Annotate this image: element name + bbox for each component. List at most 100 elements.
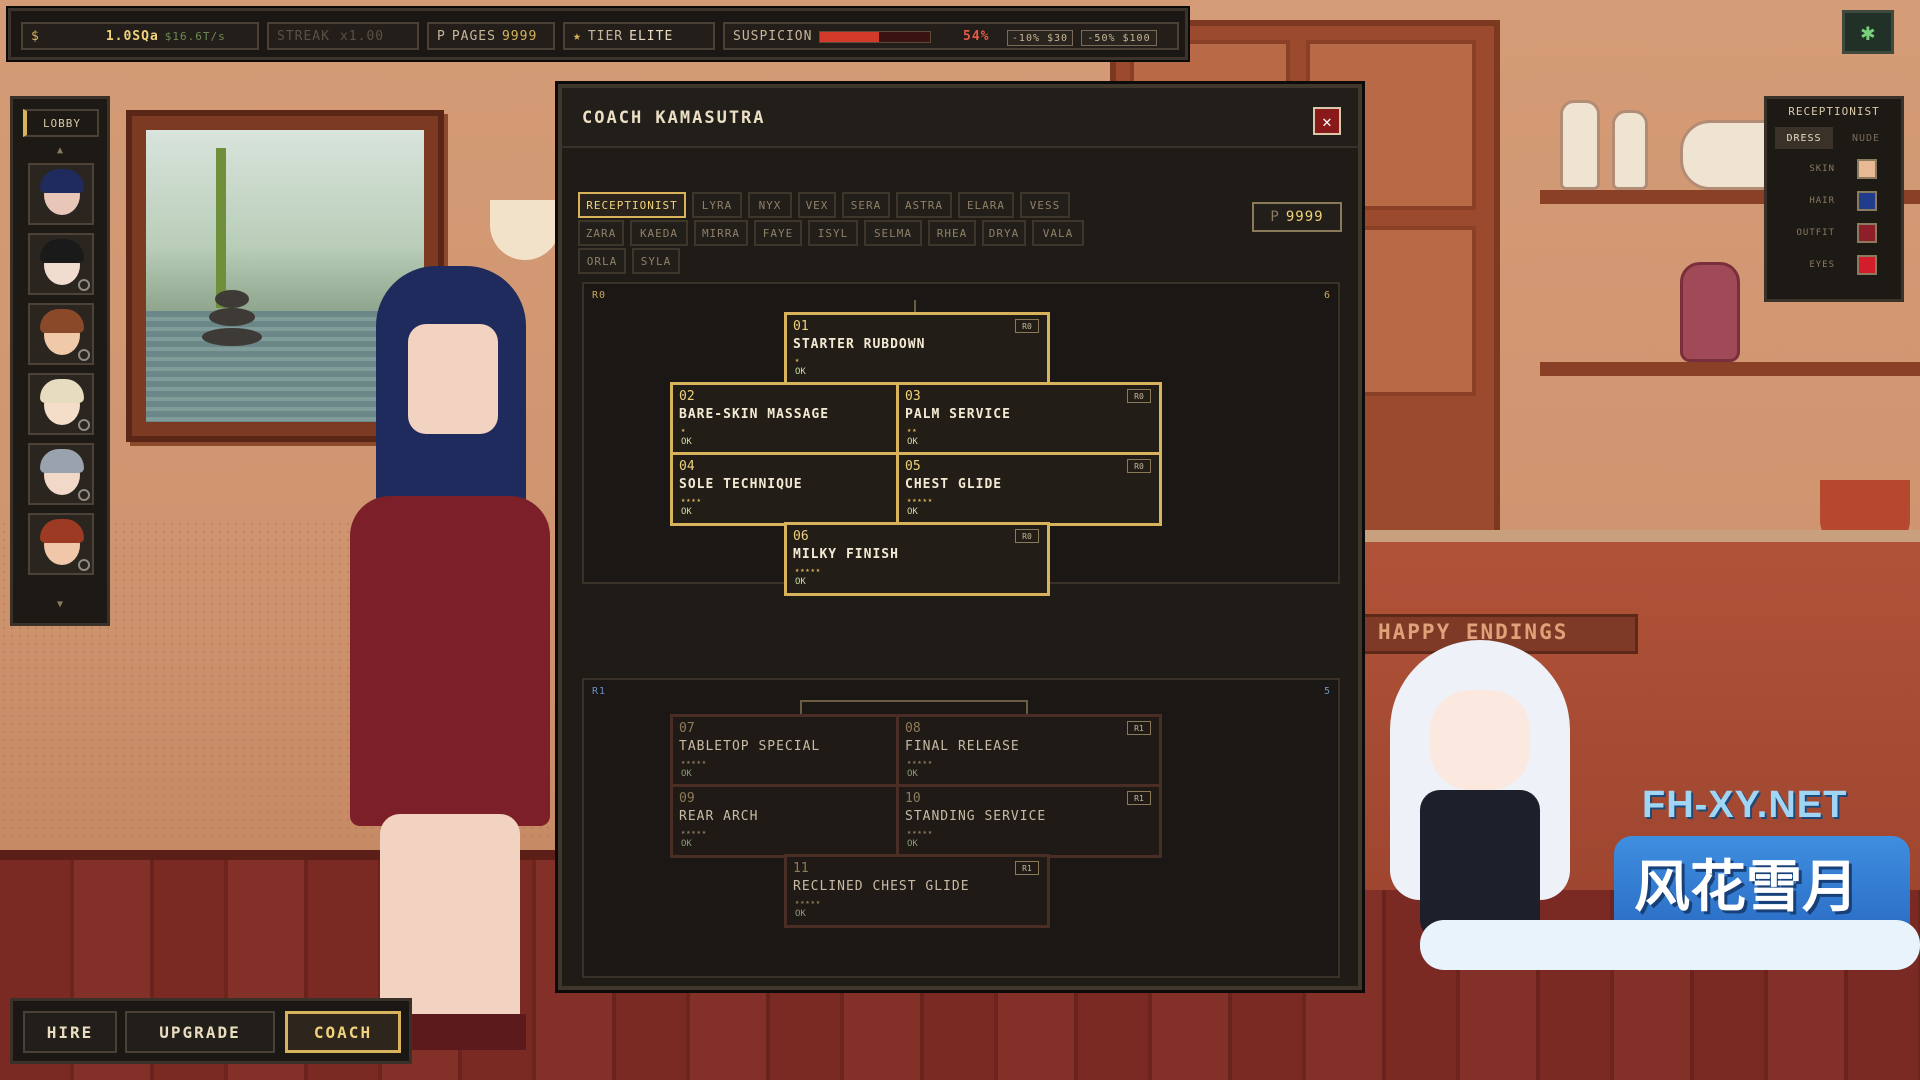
wall-shelf-lower bbox=[1540, 362, 1920, 376]
tab-lyra[interactable]: LYRA bbox=[692, 192, 742, 218]
upgrade-button[interactable]: UPGRADE bbox=[125, 1011, 275, 1053]
tab-syla[interactable]: SYLA bbox=[632, 248, 680, 274]
color-swatch-outfit[interactable] bbox=[1857, 223, 1877, 243]
skill-node[interactable]: 01 STARTER RUBDOWN R0 ★ OK bbox=[784, 312, 1050, 386]
color-swatch-skin[interactable] bbox=[1857, 159, 1877, 179]
skill-number: 10 bbox=[905, 791, 921, 806]
skill-stars: ★★★★★ bbox=[795, 566, 822, 574]
reduce-suspicion-10-button[interactable]: -10% $30 bbox=[1007, 30, 1073, 46]
tab-kaeda[interactable]: KAEDA bbox=[630, 220, 688, 246]
customize-row-skin: SKIN bbox=[1767, 155, 1901, 183]
receptionist-character[interactable] bbox=[330, 266, 575, 1056]
coach-modal: COACH KAMASUTRA ✕ RECEPTIONIST LYRA NYX VEX… bbox=[555, 81, 1365, 993]
skill-status: OK bbox=[681, 437, 692, 447]
lobby-panel: LOBBY ▲ ▼ bbox=[10, 96, 110, 626]
skill-status: OK bbox=[681, 769, 692, 779]
gear-icon: ✱ bbox=[1860, 18, 1876, 46]
customize-title: RECEPTIONIST bbox=[1788, 105, 1880, 118]
tab-vex[interactable]: VEX bbox=[798, 192, 836, 218]
rank-badge: R1 bbox=[1015, 861, 1039, 875]
money-value: 1.0SQa bbox=[105, 28, 159, 44]
star-icon: ★ bbox=[573, 28, 582, 44]
skill-number: 06 bbox=[793, 529, 809, 544]
reduce-suspicion-50-button[interactable]: -50% $100 bbox=[1081, 30, 1157, 46]
staff-portrait[interactable] bbox=[28, 163, 94, 225]
skill-node[interactable]: 10 STANDING SERVICE R1 ★★★★★ OK bbox=[896, 784, 1162, 858]
avatar-hair bbox=[40, 169, 84, 193]
skill-node[interactable]: 08 FINAL RELEASE R1 ★★★★★ OK bbox=[896, 714, 1162, 788]
tab-mirra[interactable]: MIRRA bbox=[694, 220, 748, 246]
pages-value: 9999 bbox=[501, 28, 538, 44]
customize-row-outfit: OUTFIT bbox=[1767, 219, 1901, 247]
close-button[interactable]: ✕ bbox=[1313, 107, 1341, 135]
skill-stars: ★★★★★ bbox=[907, 758, 934, 766]
hire-button[interactable]: HIRE bbox=[23, 1011, 117, 1053]
skill-node[interactable]: 03 PALM SERVICE R0 ★★ OK bbox=[896, 382, 1162, 456]
dollar-icon: $ bbox=[31, 28, 40, 44]
tab-dress[interactable]: DRESS bbox=[1775, 127, 1833, 149]
inspect-icon bbox=[78, 419, 90, 431]
skill-stars: ★★★★ bbox=[681, 496, 702, 504]
skill-number: 11 bbox=[793, 861, 809, 876]
tab-vess[interactable]: VESS bbox=[1020, 192, 1070, 218]
skill-status: OK bbox=[907, 507, 918, 517]
tab-elara[interactable]: ELARA bbox=[958, 192, 1014, 218]
customize-row-eyes: EYES bbox=[1767, 251, 1901, 279]
inspect-icon bbox=[78, 349, 90, 361]
staff-portrait[interactable] bbox=[28, 443, 94, 505]
color-swatch-hair[interactable] bbox=[1857, 191, 1877, 211]
staff-portrait[interactable] bbox=[28, 513, 94, 575]
tree-connector bbox=[800, 700, 802, 714]
tab-isyl[interactable]: ISYL bbox=[808, 220, 858, 246]
customize-label: HAIR bbox=[1809, 196, 1835, 206]
skill-node[interactable]: 06 MILKY FINISH R0 ★★★★★ OK bbox=[784, 522, 1050, 596]
modal-header: COACH KAMASUTRA ✕ bbox=[562, 88, 1358, 148]
tab-receptionist[interactable]: RECEPTIONIST bbox=[578, 192, 686, 218]
scroll-down-icon[interactable]: ▼ bbox=[13, 599, 107, 610]
avatar-hair bbox=[40, 449, 84, 473]
tab-faye[interactable]: FAYE bbox=[754, 220, 802, 246]
rank-r0-section: R0 6 01 STARTER RUBDOWN R0 ★ OK 02 BARE-SKIN M… bbox=[582, 282, 1340, 596]
tab-astra[interactable]: ASTRA bbox=[896, 192, 952, 218]
watermark-logo-text: 风花雪月 bbox=[1634, 855, 1858, 920]
tab-drya[interactable]: DRYA bbox=[982, 220, 1026, 246]
settings-button[interactable]: ✱ bbox=[1842, 10, 1894, 54]
skill-number: 01 bbox=[793, 319, 809, 334]
skill-node[interactable]: 05 CHEST GLIDE R0 ★★★★★ OK bbox=[896, 452, 1162, 526]
rank-badge: R1 bbox=[1127, 721, 1151, 735]
tab-selma[interactable]: SELMA bbox=[864, 220, 922, 246]
vase-icon bbox=[1680, 262, 1740, 362]
tab-zara[interactable]: ZARA bbox=[578, 220, 624, 246]
avatar-hair bbox=[40, 519, 84, 543]
staff-portrait[interactable] bbox=[28, 233, 94, 295]
staff-portrait[interactable] bbox=[28, 303, 94, 365]
tab-nyx[interactable]: NYX bbox=[748, 192, 792, 218]
lobby-title[interactable]: LOBBY bbox=[23, 109, 99, 137]
top-hud: $ 1.0SQa $16.6T/s STREAK x1.00 P PAGES 9… bbox=[6, 6, 1190, 62]
rank-label: R0 bbox=[592, 290, 607, 301]
color-swatch-eyes[interactable] bbox=[1857, 255, 1877, 275]
skill-status: OK bbox=[907, 769, 918, 779]
bottle-icon bbox=[1612, 110, 1648, 190]
bottle-icon bbox=[1560, 100, 1600, 190]
skill-node[interactable]: 11 RECLINED CHEST GLIDE R1 ★★★★★ OK bbox=[784, 854, 1050, 928]
skill-name: SOLE TECHNIQUE bbox=[679, 477, 803, 492]
skill-name: STARTER RUBDOWN bbox=[793, 337, 926, 352]
staff-portrait[interactable] bbox=[28, 373, 94, 435]
stacked-stones-icon bbox=[202, 290, 262, 370]
skill-status: OK bbox=[907, 437, 918, 447]
skill-number: 04 bbox=[679, 459, 695, 474]
skill-name: CHEST GLIDE bbox=[905, 477, 1003, 492]
scroll-up-icon[interactable]: ▲ bbox=[13, 145, 107, 156]
tab-sera[interactable]: SERA bbox=[842, 192, 890, 218]
modal-title: COACH KAMASUTRA bbox=[582, 108, 766, 128]
suspicion-bar bbox=[819, 31, 931, 43]
skill-name: REAR ARCH bbox=[679, 809, 759, 824]
tab-orla[interactable]: ORLA bbox=[578, 248, 626, 274]
tab-vala[interactable]: VALA bbox=[1032, 220, 1084, 246]
tab-nude[interactable]: NUDE bbox=[1837, 127, 1895, 149]
tab-rhea[interactable]: RHEA bbox=[928, 220, 976, 246]
coach-button[interactable]: COACH bbox=[285, 1011, 401, 1053]
rank-count: 5 bbox=[1323, 686, 1330, 697]
rank-badge: R0 bbox=[1015, 529, 1039, 543]
